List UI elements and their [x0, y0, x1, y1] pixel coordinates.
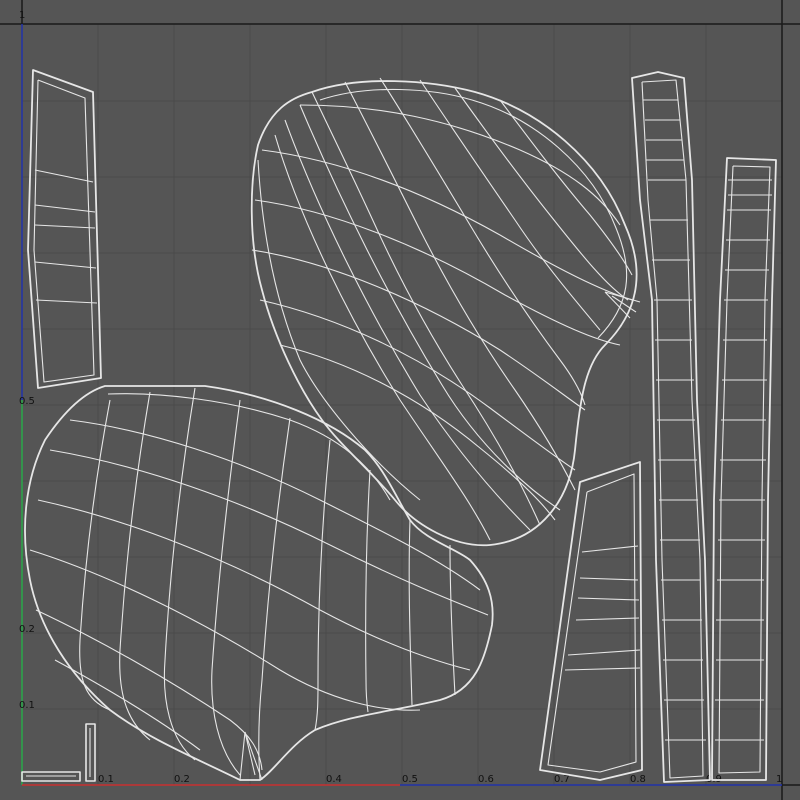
u-tick-label: 0.2: [174, 774, 190, 785]
u-tick-label: 0.8: [630, 774, 646, 785]
u-tick-label: 0.5: [402, 774, 418, 785]
uv-editor-viewport[interactable]: 0.1 0.2 0.4 0.5 0.6 0.7 0.8 0.9 1 0.1 0.…: [0, 0, 800, 800]
u-tick-label: 0.1: [98, 774, 114, 785]
u-tick-label: 0.7: [554, 774, 570, 785]
u-tick-label: 1: [776, 774, 782, 785]
v-tick-label: 0.2: [19, 624, 35, 635]
v-tick-label: 0.1: [19, 700, 35, 711]
u-tick-label: 0.6: [478, 774, 494, 785]
v-tick-label: 1: [19, 10, 25, 21]
v-tick-label: 0.5: [19, 396, 35, 407]
uv-canvas[interactable]: 0.1 0.2 0.4 0.5 0.6 0.7 0.8 0.9 1 0.1 0.…: [0, 0, 800, 800]
u-tick-label: 0.4: [326, 774, 342, 785]
